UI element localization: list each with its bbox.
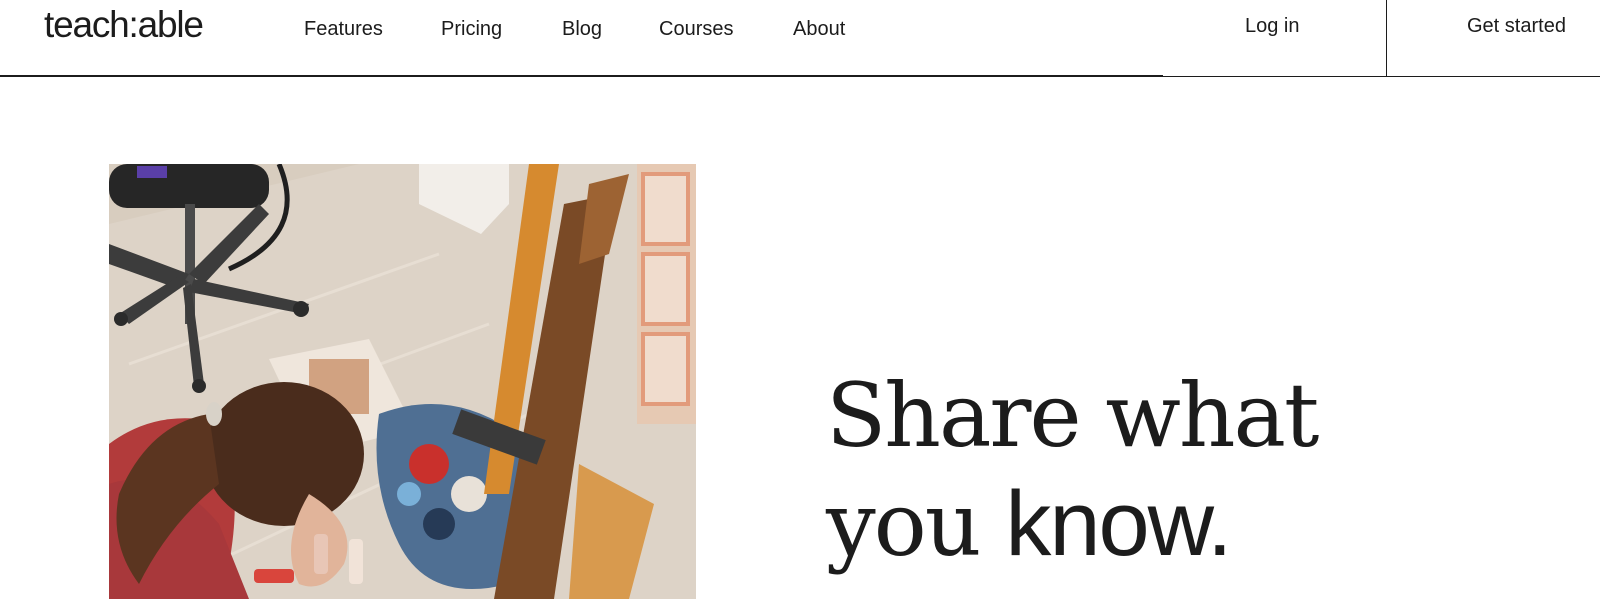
login-link[interactable]: Log in <box>1245 11 1300 41</box>
nav-link-features[interactable]: Features <box>304 14 383 44</box>
nav-link-blog[interactable]: Blog <box>562 14 602 44</box>
hero-headline: Share what you know. <box>826 362 1526 579</box>
headline-line-1: Share what <box>826 364 1319 467</box>
hero-photo <box>109 164 696 599</box>
nav-link-about[interactable]: About <box>793 14 845 44</box>
headline-line-2: you know. <box>826 470 1526 579</box>
header-divider <box>1386 0 1387 77</box>
header-underline-thin <box>1163 76 1600 77</box>
site-header: teach:able Features Pricing Blog Courses… <box>0 0 1600 77</box>
headline-line-2-prefix: you <box>826 473 1006 576</box>
headline-emphasis: know. <box>1005 473 1232 575</box>
nav-link-courses[interactable]: Courses <box>659 14 733 44</box>
header-underline <box>0 75 1163 77</box>
nav-link-pricing[interactable]: Pricing <box>441 14 502 44</box>
teachable-logo[interactable]: teach:able <box>44 2 204 48</box>
get-started-button[interactable]: Get started <box>1467 11 1566 41</box>
